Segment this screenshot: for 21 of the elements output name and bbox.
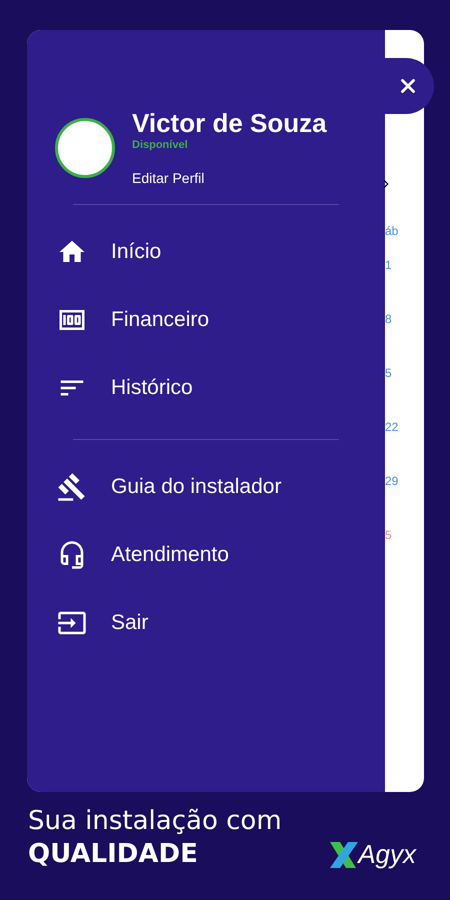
calendar-date: 8 (385, 312, 393, 328)
menu-item[interactable]: Guia do instalador (27, 453, 385, 521)
edit-profile-link[interactable]: Editar Perfil (132, 169, 327, 187)
brand-logo: Agyx (328, 840, 416, 868)
calendar-date: 5 (385, 528, 393, 544)
menu-item[interactable]: Histórico (27, 354, 385, 422)
calendar-date: áb (385, 224, 398, 240)
x-mark-icon (328, 842, 358, 868)
status-text: Disponível (132, 138, 189, 152)
gavel-icon (57, 472, 87, 502)
calendar-date: 1 (385, 258, 393, 274)
menu-item[interactable]: Financeiro (27, 286, 385, 354)
menu-item[interactable]: Atendimento (27, 521, 385, 589)
calendar-date: 29 (385, 474, 398, 490)
calendar-date: 5 (385, 366, 393, 382)
tagline: Sua instalação com (28, 805, 282, 838)
tagline-emphasis: QUALIDADE (28, 838, 199, 870)
menu-item[interactable]: Início (27, 218, 385, 286)
user-name: Victor de Souza (132, 108, 327, 138)
calendar-date: 22 (385, 420, 398, 436)
menu-item[interactable]: Sair (27, 589, 385, 657)
